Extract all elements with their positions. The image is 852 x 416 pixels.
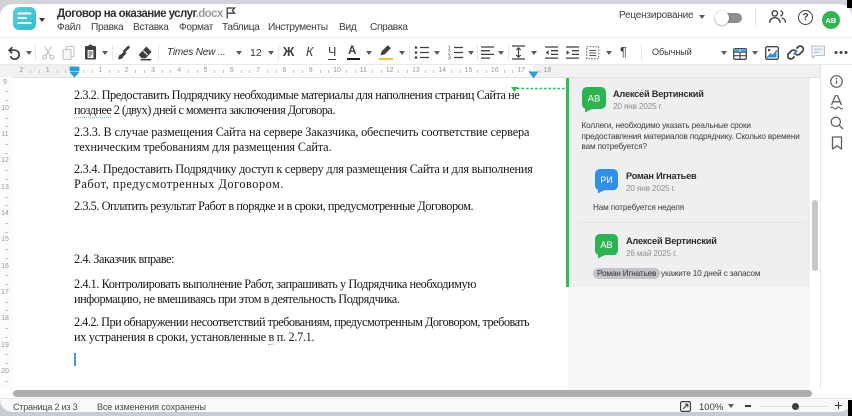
svg-text:РИ: РИ: [600, 175, 613, 185]
svg-text:3: 3: [448, 56, 451, 61]
svg-text:АВ: АВ: [600, 240, 612, 250]
svg-text:АВ: АВ: [588, 94, 601, 105]
